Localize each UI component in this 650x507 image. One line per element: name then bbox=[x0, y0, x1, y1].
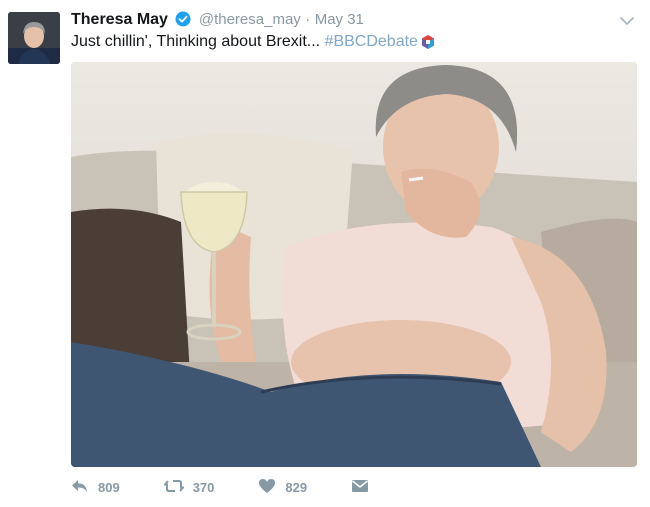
avatar[interactable] bbox=[8, 12, 60, 64]
tweet-date[interactable]: May 31 bbox=[315, 11, 364, 28]
chevron-down-icon[interactable] bbox=[620, 13, 634, 31]
user-handle[interactable]: @theresa_may bbox=[199, 11, 301, 28]
retweet-count: 370 bbox=[192, 480, 215, 495]
tweet-body: Just chillin', Thinking about Brexit... bbox=[71, 33, 325, 50]
direct-message-button[interactable] bbox=[351, 479, 378, 496]
separator: · bbox=[305, 11, 311, 28]
reply-icon bbox=[71, 478, 98, 497]
tweet-photo[interactable] bbox=[71, 62, 637, 467]
verified-badge-icon bbox=[175, 11, 191, 32]
tweet-actions: 809 370 829 bbox=[71, 478, 422, 497]
hashtag-link[interactable]: #BBCDebate bbox=[325, 33, 418, 50]
display-name[interactable]: Theresa May bbox=[71, 11, 168, 28]
reply-count: 809 bbox=[98, 480, 120, 495]
like-count: 829 bbox=[285, 480, 308, 495]
tweet-header: Theresa May @theresa_may · May 31 bbox=[71, 11, 364, 32]
bbc-hashflag-icon bbox=[420, 34, 436, 55]
retweet-icon bbox=[162, 478, 193, 497]
like-button[interactable]: 829 bbox=[258, 478, 307, 497]
tweet-text: Just chillin', Thinking about Brexit... … bbox=[71, 33, 436, 55]
heart-icon bbox=[258, 478, 285, 497]
direct-message-icon bbox=[351, 479, 378, 496]
retweet-button[interactable]: 370 bbox=[162, 478, 215, 497]
reply-button[interactable]: 809 bbox=[71, 478, 120, 497]
